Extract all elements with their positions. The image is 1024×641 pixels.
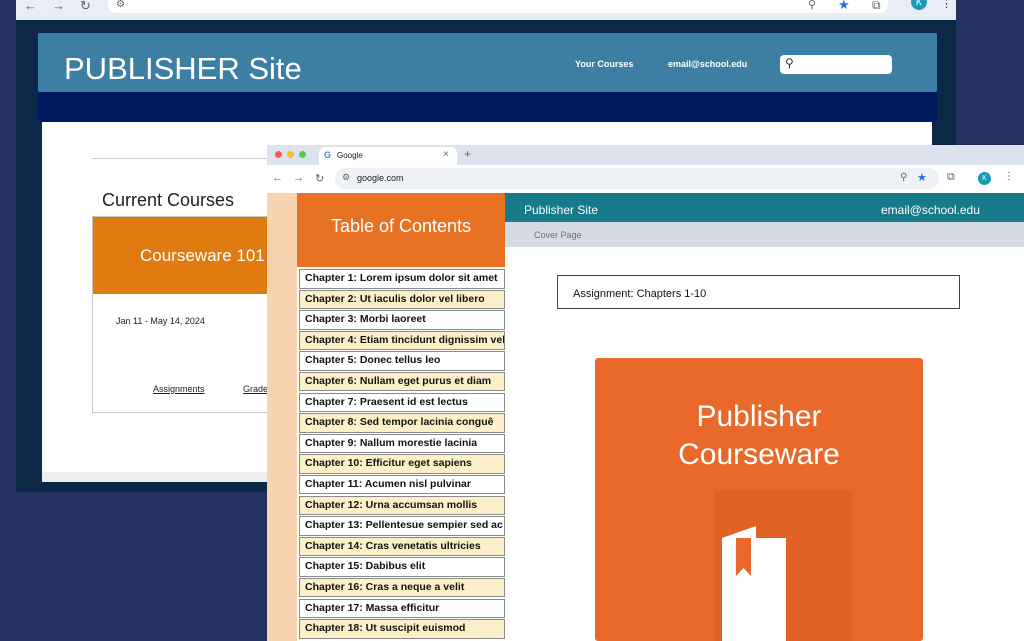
toc-chapter-item[interactable]: Chapter 13: Pellentesue sempier sed ac	[299, 516, 505, 536]
bookmark-star-icon[interactable]: ★	[838, 0, 850, 13]
profile-avatar[interactable]: K	[911, 0, 927, 10]
toc-chapter-item[interactable]: Chapter 3: Morbi laoreet	[299, 310, 505, 330]
search-input[interactable]	[780, 55, 892, 74]
site-title: PUBLISHER Site	[64, 51, 302, 86]
maximize-window-dot[interactable]	[299, 151, 306, 158]
toc-chapter-item[interactable]: Chapter 18: Ut suscipit euismod	[299, 619, 505, 639]
viewer-email-link[interactable]: email@school.edu	[881, 203, 980, 217]
course-name[interactable]: Courseware 101	[140, 246, 265, 266]
toc-chapter-item[interactable]: Chapter 16: Cras a neque a velit	[299, 577, 505, 598]
publisher-header: PUBLISHER Site Your Courses email@school…	[38, 33, 937, 92]
close-tab-icon[interactable]: ×	[443, 149, 449, 160]
toc-chapter-item[interactable]: Chapter 10: Efficitur eget sapiens	[299, 454, 505, 474]
extensions-icon[interactable]: ⧉	[947, 171, 955, 184]
address-bar[interactable]: ⚙ google.com ⚲ ★	[335, 168, 939, 189]
back-arrow-icon[interactable]: ←	[24, 0, 37, 12]
toc-chapter-item[interactable]: Chapter 7: Praesent id est lectus	[299, 392, 505, 413]
tab-strip: G Google × +	[267, 145, 1024, 165]
bookmark-star-icon[interactable]: ★	[917, 171, 927, 184]
toc-chapter-list: Chapter 1: Lorem ipsum dolor sit amet Ch…	[299, 269, 505, 640]
toc-header: Table of Contents	[297, 193, 505, 267]
foreground-browser-window: G Google × + ← → ↻ ⚙ google.com ⚲ ★ ⧉ K …	[267, 145, 1024, 641]
viewer-header: Publisher Site email@school.edu	[505, 193, 1024, 222]
bookmark-book-icon	[722, 526, 786, 641]
assignment-box: Assignment: Chapters 1-10	[557, 275, 960, 309]
toc-title: Table of Contents	[330, 216, 472, 236]
browser-toolbar: ← → ↻ ⚙ google.com ⚲ ★ ⧉ K ⋮	[267, 165, 1024, 193]
toc-chapter-item[interactable]: Chapter 9: Nallum morestie lacinia	[299, 433, 505, 454]
assignments-link[interactable]: Assignments	[153, 384, 205, 394]
course-dates: Jan 11 - May 14, 2024	[116, 316, 205, 326]
toc-chapter-item[interactable]: Chapter 17: Massa efficitur	[299, 598, 505, 618]
toc-chapter-item[interactable]: Chapter 8: Sed tempor lacinia conguê	[299, 413, 505, 433]
back-arrow-icon[interactable]: ←	[272, 172, 283, 184]
browser-menu-icon[interactable]: ⋮	[1004, 171, 1014, 182]
location-icon[interactable]: ⚲	[900, 172, 907, 183]
forward-arrow-icon[interactable]: →	[293, 172, 304, 184]
toc-chapter-item[interactable]: Chapter 15: Dabibus elit	[299, 557, 505, 577]
viewer-tab-bar: Cover Page	[505, 222, 1024, 247]
search-icon: ⚲	[785, 56, 794, 70]
browser-menu-icon[interactable]: ⋮	[941, 0, 952, 10]
minimize-window-dot[interactable]	[287, 151, 294, 158]
google-favicon-icon: G	[324, 150, 332, 160]
extensions-icon[interactable]: ⧉	[872, 0, 881, 13]
toc-chapter-item[interactable]: Chapter 14: Cras venetatis ultricies	[299, 536, 505, 557]
address-bar[interactable]: ⚙ ⚲ ★	[108, 0, 888, 13]
toc-chapter-item[interactable]: Chapter 4: Etiam tincidunt dignissim vel…	[299, 330, 505, 351]
reload-icon[interactable]: ↻	[315, 172, 324, 185]
toc-chapter-item[interactable]: Chapter 12: Urna accumsan mollis	[299, 495, 505, 516]
cover-card: Publisher Courseware	[595, 358, 923, 641]
tab-google[interactable]: G Google ×	[319, 147, 457, 165]
nav-your-courses-link[interactable]: Your Courses	[575, 59, 633, 69]
toc-chapter-item[interactable]: Chapter 5: Donec tellus leo	[299, 351, 505, 371]
site-settings-icon[interactable]: ⚙	[342, 172, 350, 183]
profile-avatar[interactable]: K	[978, 172, 991, 185]
viewer-site-link[interactable]: Publisher Site	[524, 203, 598, 217]
url-text[interactable]: google.com	[357, 173, 404, 183]
location-icon[interactable]: ⚲	[808, 0, 816, 11]
assignment-label: Assignment: Chapters 1-10	[573, 288, 707, 300]
nav-email-link[interactable]: email@school.edu	[668, 59, 747, 69]
tab-cover-page[interactable]: Cover Page	[534, 230, 582, 240]
toc-chapter-item[interactable]: Chapter 1: Lorem ipsum dolor sit amet	[299, 269, 505, 289]
reload-icon[interactable]: ↻	[80, 0, 91, 12]
toc-chapter-item[interactable]: Chapter 6: Nullam eget purus et diam	[299, 371, 505, 392]
tab-title: Google	[337, 151, 363, 160]
cover-title: Publisher Courseware	[595, 398, 923, 474]
left-margin-strip	[267, 193, 297, 641]
current-courses-heading: Current Courses	[102, 190, 235, 210]
site-settings-icon[interactable]: ⚙	[116, 0, 125, 10]
toc-chapter-item[interactable]: Chapter 2: Ut iaculis dolor vel libero	[299, 289, 505, 310]
forward-arrow-icon[interactable]: →	[52, 0, 65, 12]
toc-chapter-item[interactable]: Chapter 11: Acumen nisl pulvinar	[299, 474, 505, 495]
close-window-dot[interactable]	[275, 151, 282, 158]
publisher-nav-bar	[38, 92, 937, 122]
courseware-viewer: Publisher Site email@school.edu Cover Pa…	[505, 193, 1024, 641]
new-tab-icon[interactable]: +	[464, 147, 471, 161]
cover-title-line-1: Publisher	[696, 400, 822, 433]
browser-toolbar: ← → ↻ ⚙ ⚲ ★ ⧉ K ⋮	[16, 0, 956, 20]
grades-link[interactable]: Grade	[243, 384, 268, 394]
cover-title-line-2: Courseware	[678, 438, 840, 471]
